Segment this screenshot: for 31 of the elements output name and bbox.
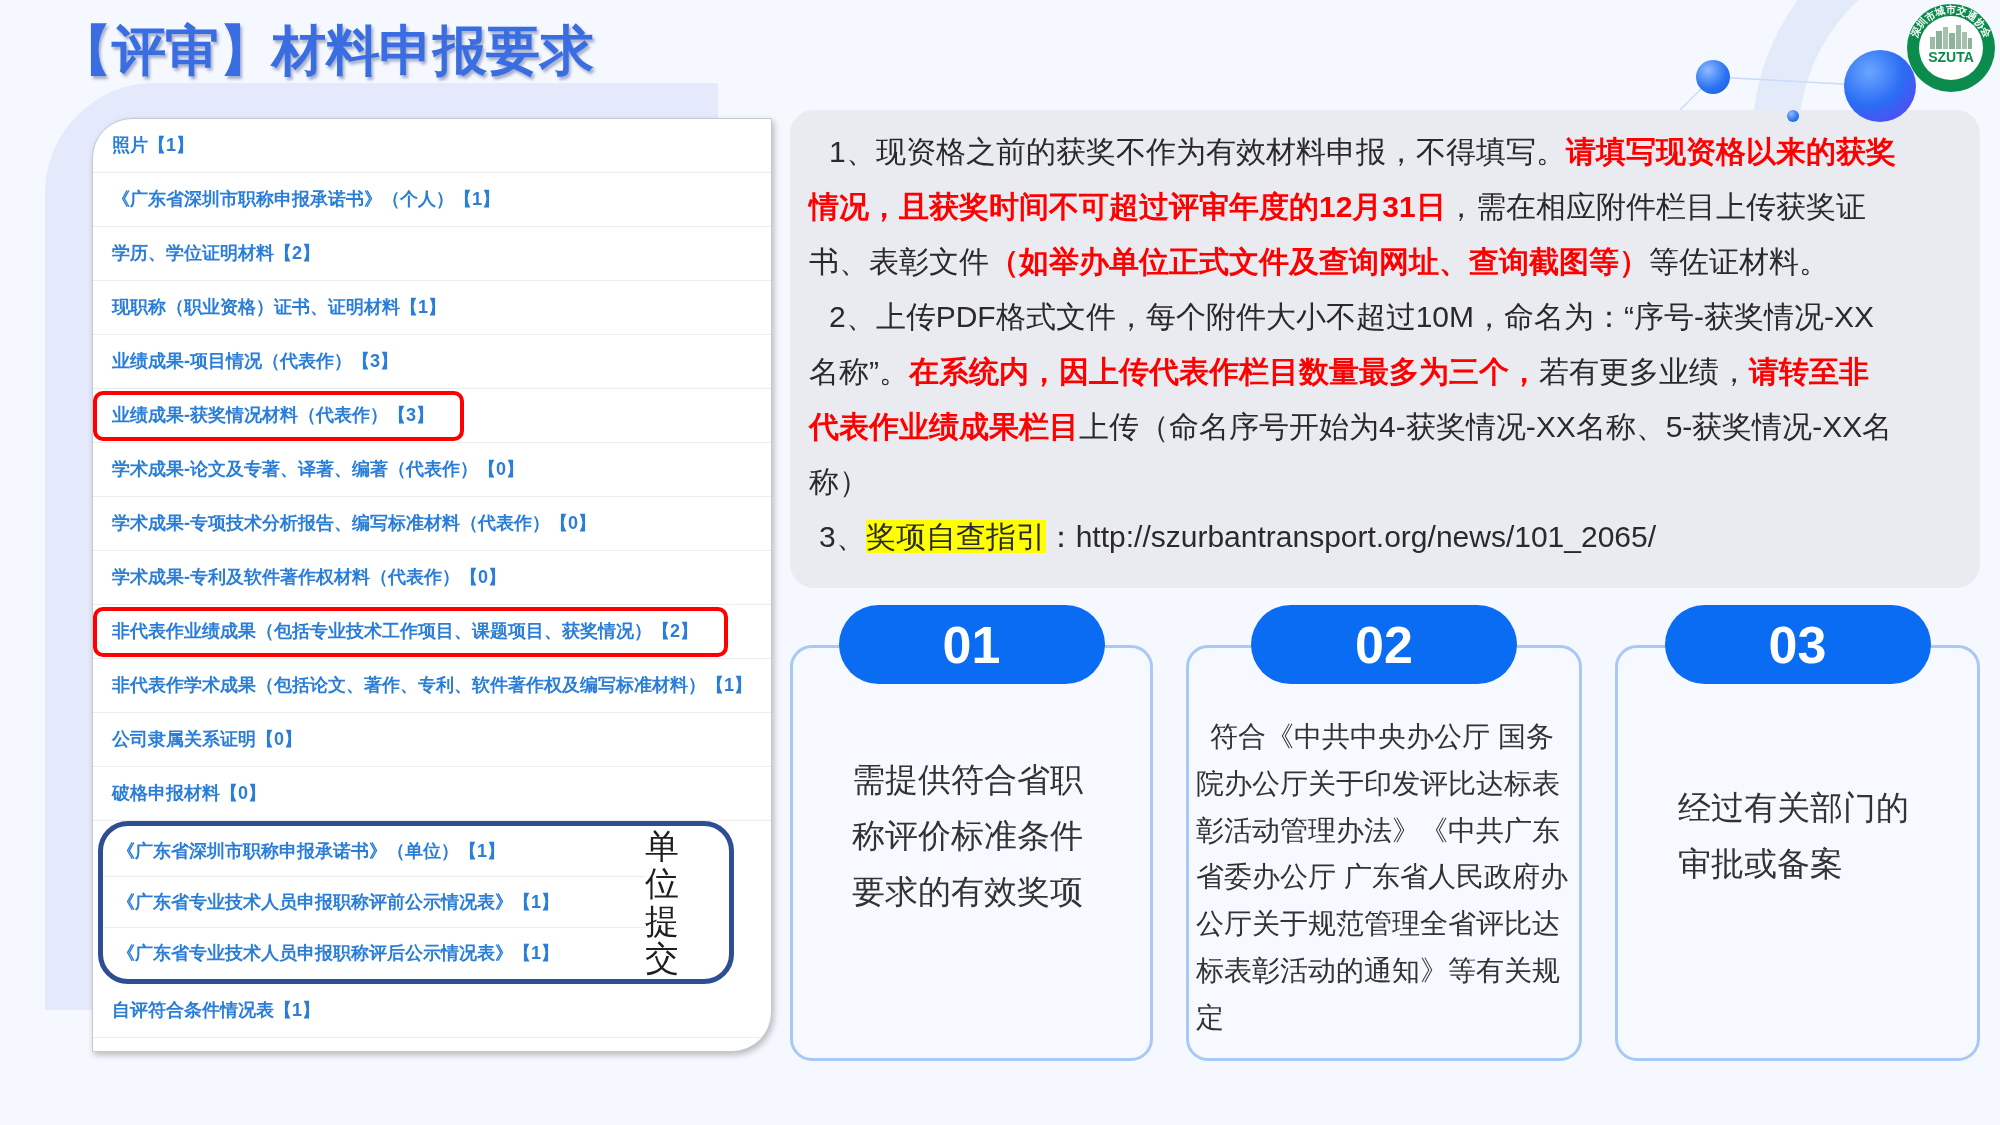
category-link[interactable]: 破格申报材料【0】	[112, 783, 266, 803]
category-link[interactable]: 现职称（职业资格）证书、证明材料【1】	[112, 297, 446, 317]
card-text: 需提供符合省职称评价标准条件要求的有效奖项	[851, 760, 1084, 912]
logo-chinese-name: 深圳市城市交通协会	[1908, 4, 1994, 40]
step-number: 03	[1664, 605, 1931, 684]
category-link[interactable]: 学术成果-论文及专著、译著、编著（代表作）【0】	[112, 459, 524, 479]
note-paragraph: 2、上传PDF格式文件，每个附件大小不超过10M，命名为：“序号-获奖情况-XX名称”。在系统内，因上传代表作栏目数量最多为三个，若有更多业绩，请转至非代表作业绩成果栏目上传（命名序号开始为4-获奖情况-XX名称、5-获奖情况-XX名称）	[809, 299, 1894, 500]
group-label: 单位提交	[645, 827, 679, 978]
step-number: 01	[838, 605, 1105, 684]
category-link[interactable]: 《广东省深圳市职称申报承诺书》（个人）【1】	[112, 189, 500, 209]
category-link[interactable]: 非代表作业绩成果（包括专业技术工作项目、课题项目、获奖情况）【2】	[112, 618, 698, 645]
category-link[interactable]: 学术成果-专项技术分析报告、编写标准材料（代表作）【0】	[112, 513, 596, 533]
category-link[interactable]: 《广东省专业技术人员申报职称评前公示情况表》【1】	[117, 891, 559, 912]
slide-title: 【评审】材料申报要求	[58, 19, 593, 82]
step-number: 02	[1251, 605, 1517, 684]
category-link[interactable]: 《广东省专业技术人员申报职称评后公示情况表》【1】	[117, 943, 559, 963]
note-paragraph: 3、奖项自查指引：http://szurbantransport.org/news/101_2065/	[818, 519, 1658, 555]
category-link[interactable]: 照片【1】	[112, 135, 194, 155]
card-text: 经过有关部门的审批或备案	[1677, 788, 1910, 884]
logo-emblem-icon	[1907, 4, 1995, 92]
category-link[interactable]: 非代表作学术成果（包括论文、著作、专利、软件著作权及编写标准材料）【1】	[112, 675, 752, 695]
logo-abbreviation: SZUTA	[1928, 49, 1974, 65]
category-link[interactable]: 业绩成果-获奖情况材料（代表作）【3】	[112, 402, 434, 429]
note-paragraph: 1、现资格之前的获奖不作为有效材料申报，不得填写。请填写现资格以来的获奖情况，且获奖时间不可超过评审年度的12月31日，需在相应附件栏目上传获奖证书、表彰文件（如举办单位正式文件及查询网址、查询截图等）等佐证材料。	[809, 134, 1896, 280]
category-link[interactable]: 业绩成果-项目情况（代表作）【3】	[112, 351, 398, 371]
category-link[interactable]: 自评符合条件情况表【1】	[112, 1000, 320, 1020]
category-link[interactable]: 公司隶属关系证明【0】	[112, 729, 302, 749]
category-link[interactable]: 学术成果-专利及软件著作权材料（代表作）【0】	[112, 567, 506, 587]
category-link[interactable]: 《广东省深圳市职称申报承诺书》（单位）【1】	[117, 840, 505, 861]
card-text: 符合《中共中央办公厅 国务院办公厅关于印发评比达标表彰活动管理办法》《中共广东省委办公厅 广东省人民政府办公厅关于规范管理全省评比达标表彰活动的通知》等有关规定	[1196, 720, 1569, 1035]
category-link[interactable]: 学历、学位证明材料【2】	[112, 243, 320, 263]
